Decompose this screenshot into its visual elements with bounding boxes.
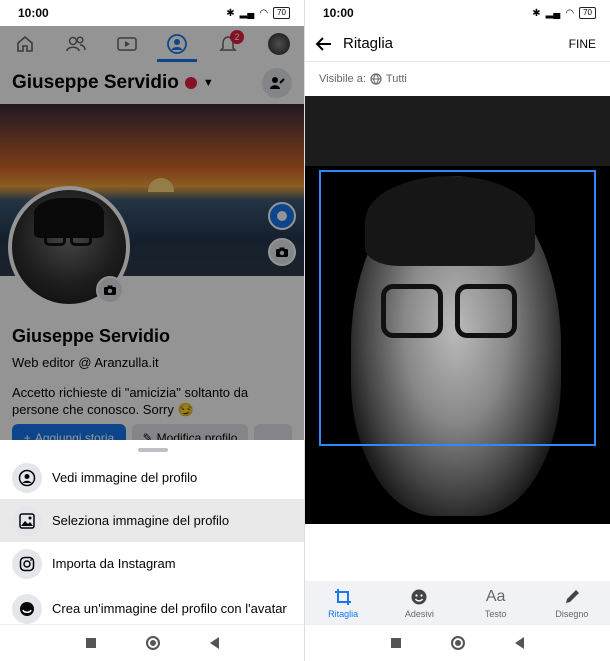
tool-text[interactable]: Aa Testo: [466, 587, 526, 619]
signal-icon: ▂▄: [239, 7, 255, 19]
user-circle-icon: [18, 469, 36, 486]
battery-indicator: 70: [579, 7, 596, 19]
instagram-icon: [19, 556, 35, 571]
back-button[interactable]: [210, 637, 219, 649]
text-icon: Aa: [485, 587, 506, 605]
sheet-item-select-profile-picture[interactable]: Seleziona immagine del profilo: [0, 499, 304, 542]
editor-header: Ritaglia FINE: [305, 26, 610, 62]
visibility-row[interactable]: Visibile a: Tutti: [305, 62, 610, 96]
sheet-item-import-instagram[interactable]: Importa da Instagram: [0, 542, 304, 585]
recents-button[interactable]: [391, 638, 401, 648]
editor-toolbar: Ritaglia Adesivi Aa Testo Disegno: [305, 581, 610, 624]
status-time: 10:00: [18, 6, 49, 20]
sticker-icon: [411, 589, 427, 604]
visibility-label: Visibile a:: [319, 73, 366, 85]
battery-indicator: 70: [273, 7, 290, 19]
avatar-icon: [20, 602, 34, 616]
image-icon: [19, 512, 35, 529]
tool-draw[interactable]: Disegno: [542, 587, 602, 619]
status-bar: 10:00 ✱ ▂▄ ◠ 70: [0, 0, 304, 26]
sheet-item-view-profile-picture[interactable]: Vedi immagine del profilo: [0, 456, 304, 499]
bluetooth-icon: ✱: [226, 7, 235, 19]
done-button[interactable]: FINE: [569, 37, 596, 51]
status-bar: 10:00 ✱ ▂▄ ◠ 70: [305, 0, 610, 26]
bluetooth-icon: ✱: [532, 7, 541, 19]
crop-icon: [335, 588, 352, 605]
back-button[interactable]: [515, 637, 524, 649]
android-nav-bar: [0, 624, 304, 661]
status-time: 10:00: [323, 6, 354, 20]
photo-preview[interactable]: [305, 166, 610, 524]
signal-icon: ▂▄: [545, 7, 561, 19]
crop-canvas: [305, 96, 610, 524]
tool-crop[interactable]: Ritaglia: [313, 587, 373, 619]
visibility-value: Tutti: [385, 73, 407, 85]
back-arrow-icon[interactable]: [315, 35, 333, 53]
facebook-profile-screen: 10:00 ✱ ▂▄ ◠ 70 2 Giuseppe Servidio ▼ Gi…: [0, 0, 305, 661]
android-nav-bar: [305, 624, 610, 661]
tool-stickers[interactable]: Adesivi: [389, 587, 449, 619]
globe-icon: [370, 73, 382, 85]
bottom-sheet: Vedi immagine del profilo Seleziona imma…: [0, 440, 304, 624]
pencil-icon: [565, 589, 579, 603]
recents-button[interactable]: [86, 638, 96, 648]
home-button[interactable]: [451, 636, 465, 650]
wifi-icon: ◠: [259, 7, 269, 19]
editor-title: Ritaglia: [343, 35, 394, 52]
home-button[interactable]: [146, 636, 160, 650]
crop-editor-screen: 10:00 ✱ ▂▄ ◠ 70 Ritaglia FINE Visibile a…: [305, 0, 610, 661]
modal-scrim[interactable]: [0, 26, 304, 440]
wifi-icon: ◠: [565, 7, 575, 19]
sheet-handle[interactable]: [137, 448, 168, 452]
crop-frame[interactable]: [319, 170, 596, 446]
